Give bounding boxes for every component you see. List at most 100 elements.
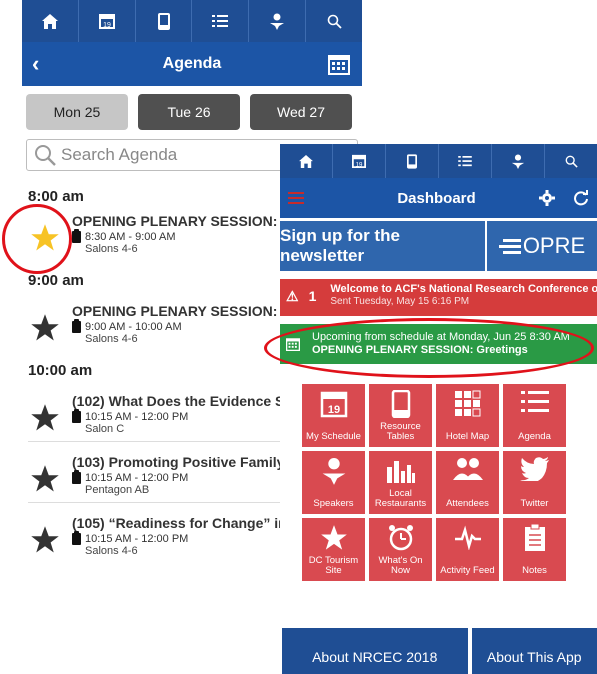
tile-notes[interactable]: Notes [503,518,566,581]
clipboard-icon [72,229,81,243]
clipboard-icon [72,409,81,423]
search-icon[interactable] [545,144,597,178]
session-time: 9:00 AM - 10:00 AM [85,321,182,333]
clipboard-icon [72,531,81,545]
star-icon[interactable] [30,313,60,343]
dashboard-title-bar: Dashboard [280,178,597,218]
list-icon [520,391,549,412]
tile-label: Agenda [518,431,551,442]
highlight-oval [264,318,594,378]
tile-activity-feed[interactable]: Activity Feed [436,518,499,581]
calendar-icon: 19 [320,391,347,418]
warning-icon: ⚠ [286,288,299,304]
star-icon [320,525,347,550]
day-tabs: Mon 25 Tue 26 Wed 27 [22,86,362,130]
tile-speakers[interactable]: Speakers [302,451,365,514]
calendar-icon[interactable]: 19 [333,144,386,178]
session-time: 10:15 AM - 12:00 PM [85,472,189,484]
session-location: Salons 4-6 [85,545,138,557]
search-placeholder: Search Agenda [61,145,178,164]
session-title: (103) Promoting Positive Family [72,454,285,470]
alert-text: Welcome to ACF's National Research Confe… [330,283,597,295]
pulse-icon [454,525,481,550]
search-icon[interactable] [306,0,362,42]
tile-resource-tables[interactable]: Resource Tables [369,384,432,447]
home-icon[interactable] [22,0,79,42]
magnifier-icon [35,145,56,166]
menu-icon[interactable] [288,192,304,204]
gear-icon[interactable] [538,190,555,206]
tile-my-schedule[interactable]: 19 My Schedule [302,384,365,447]
opre-lines-icon [498,239,521,254]
tile-label: My Schedule [306,431,361,442]
tile-label: Twitter [520,498,549,509]
tile-label: Attendees [446,498,489,509]
alert-banner[interactable]: ⚠ 1 Welcome to ACF's National Research C… [280,279,597,316]
clipboard-icon [72,319,81,333]
list-icon[interactable] [192,0,250,42]
opre-logo: OPRE [485,221,597,271]
tab-tue-26[interactable]: Tue 26 [138,94,240,130]
session-location: Salons 4-6 [85,243,138,255]
calendar-icon[interactable]: 19 [79,0,136,42]
tile-local-restaurants[interactable]: Local Restaurants [369,451,432,514]
newsletter-banner[interactable]: Sign up for the newsletter OPRE [280,221,597,271]
session-time: 10:15 AM - 12:00 PM [85,411,189,423]
opre-logo-text: OPRE [522,233,586,258]
tile-label: Activity Feed [440,565,495,576]
tile-label: DC Tourism Site [308,555,359,576]
session-location: Salon C [85,423,125,435]
tile-label: Resource Tables [380,421,421,442]
agenda-title-bar: ‹ Agenda [22,42,362,86]
about-app-button[interactable]: About This App [471,628,597,674]
speaker-icon[interactable] [249,0,307,42]
tile-label: Local Restaurants [374,488,427,509]
clipboard-icon [72,470,81,484]
newsletter-text: Sign up for the newsletter [280,221,485,271]
session-time: 8:30 AM - 9:00 AM [85,231,176,243]
tab-mon-25[interactable]: Mon 25 [26,94,128,130]
session-title: (105) “Readiness for Change” in [72,515,287,531]
tile-label: Notes [522,565,547,576]
tile-label: Speakers [313,498,354,509]
speaker-icon[interactable] [492,144,545,178]
tile-grid: 19 My Schedule Resource Tables Hotel Map… [302,384,597,581]
bottom-buttons: About NRCEC 2018 About This App [282,628,597,674]
alert-count: 1 [308,288,317,304]
alert-sub: Sent Tuesday, May 15 6:16 PM [330,296,470,307]
svg-text:19: 19 [356,161,363,168]
phone-icon[interactable] [386,144,439,178]
phone-icon[interactable] [136,0,193,42]
session-location: Salons 4-6 [85,333,138,345]
tile-twitter[interactable]: Twitter [503,451,566,514]
page-title: Dashboard [397,189,476,207]
tile-label: What's On Now [378,555,423,576]
star-icon[interactable] [30,403,60,433]
session-time: 10:15 AM - 12:00 PM [85,533,189,545]
about-nrcec-button[interactable]: About NRCEC 2018 [282,628,468,674]
tab-wed-27[interactable]: Wed 27 [250,94,352,130]
city-icon [386,461,415,483]
star-icon[interactable] [30,464,60,494]
tile-attendees[interactable]: Attendees [436,451,499,514]
map-grid-icon [454,390,480,417]
refresh-icon[interactable] [573,190,589,206]
people-icon [452,458,483,480]
calendar-grid-icon[interactable] [327,53,352,75]
home-icon[interactable] [280,144,333,178]
tile-dc-tourism-site[interactable]: DC Tourism Site [302,518,365,581]
tile-hotel-map[interactable]: Hotel Map [436,384,499,447]
tile-whats-on-now[interactable]: What's On Now [369,518,432,581]
svg-text:19: 19 [327,404,339,416]
tile-agenda[interactable]: Agenda [503,384,566,447]
star-icon[interactable] [30,525,60,555]
tile-label: Hotel Map [445,431,490,442]
list-icon[interactable] [439,144,492,178]
svg-text:19: 19 [103,22,111,29]
dashboard-screen: 19 Dashboard Sign up for the newsletter … [280,144,597,674]
session-title: OPENING PLENARY SESSION: Gr [72,213,298,229]
session-title: OPENING PLENARY SESSION: ( [72,303,286,319]
session-title: (102) What Does the Evidence Sa [72,393,293,409]
back-arrow-icon[interactable]: ‹ [32,51,56,77]
page-title: Agenda [162,55,222,72]
